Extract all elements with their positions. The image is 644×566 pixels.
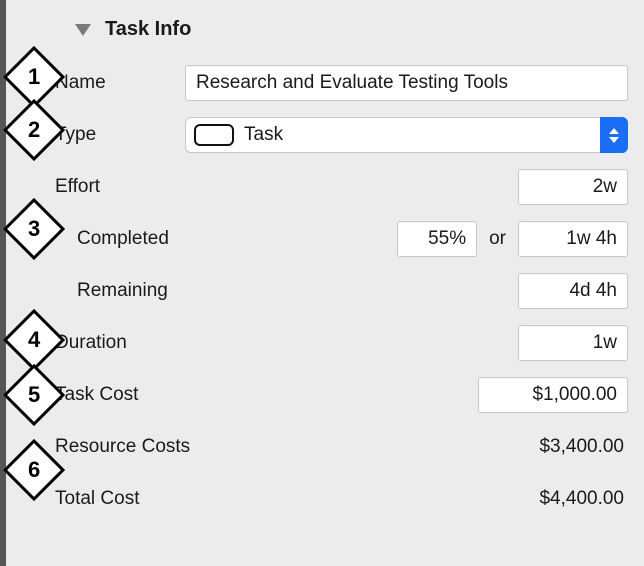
task-cost-row: Task Cost (55, 377, 634, 413)
up-down-arrows-icon[interactable] (600, 117, 628, 153)
task-cost-label: Task Cost (55, 384, 185, 406)
task-info-panel: Task Info Name Type Task Effort Complete… (55, 0, 634, 533)
type-row: Type Task (55, 117, 634, 153)
completed-time-field[interactable] (518, 221, 628, 257)
resource-costs-row: Resource Costs $3,400.00 (55, 429, 634, 465)
name-label: Name (55, 72, 185, 94)
total-cost-label: Total Cost (55, 488, 255, 510)
type-swatch-icon (194, 124, 234, 146)
effort-field[interactable] (518, 169, 628, 205)
resource-costs-value: $3,400.00 (539, 436, 628, 458)
remaining-row: Remaining (55, 273, 634, 309)
section-header[interactable]: Task Info (75, 18, 634, 41)
remaining-label: Remaining (55, 280, 185, 302)
remaining-field[interactable] (518, 273, 628, 309)
completed-pct-field[interactable] (397, 221, 477, 257)
effort-label: Effort (55, 176, 185, 198)
duration-row: Duration (55, 325, 634, 361)
type-select[interactable]: Task (185, 117, 634, 153)
duration-field[interactable] (518, 325, 628, 361)
total-cost-row: Total Cost $4,400.00 (55, 481, 634, 517)
total-cost-value: $4,400.00 (539, 488, 628, 510)
type-label: Type (55, 124, 185, 146)
task-cost-field[interactable] (478, 377, 628, 413)
type-value: Task (244, 124, 283, 146)
duration-label: Duration (55, 332, 185, 354)
name-field[interactable] (185, 65, 628, 101)
disclosure-triangle-icon[interactable] (75, 24, 91, 36)
completed-row: Completed or (55, 221, 634, 257)
or-text: or (489, 228, 506, 250)
effort-row: Effort (55, 169, 634, 205)
resource-costs-label: Resource Costs (55, 436, 255, 458)
completed-label: Completed (55, 228, 185, 250)
name-row: Name (55, 65, 634, 101)
section-title: Task Info (105, 18, 191, 41)
left-edge-bar (0, 0, 6, 566)
